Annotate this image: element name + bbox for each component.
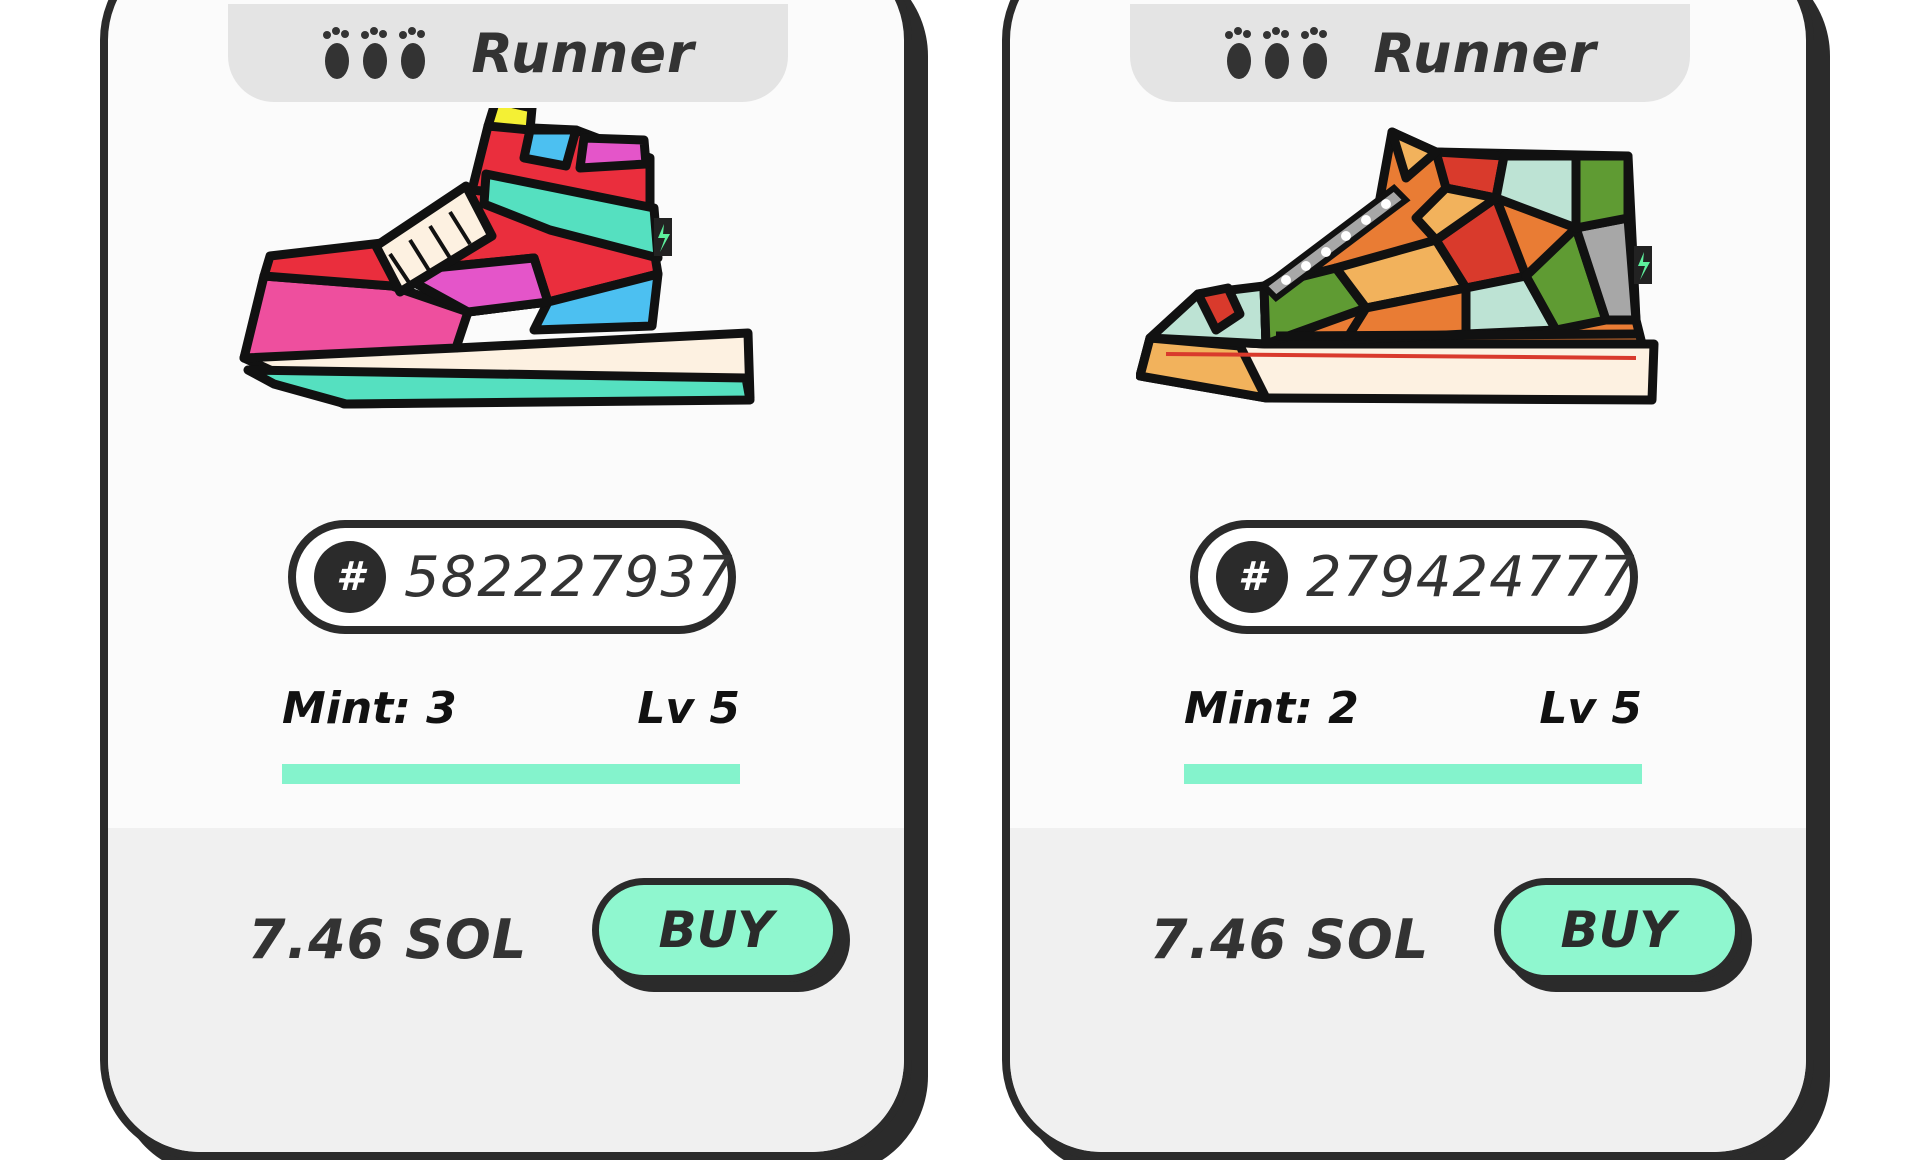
buy-button[interactable]: BUY bbox=[592, 878, 840, 982]
card-footer bbox=[1010, 828, 1806, 1152]
mint-count: Mint: 3 bbox=[282, 683, 457, 734]
level: Lv 5 bbox=[1539, 683, 1642, 734]
sneaker-geometric-illustration bbox=[1135, 127, 1659, 405]
token-id: 279424777 bbox=[1306, 544, 1636, 610]
level-progress-fill bbox=[1184, 764, 1642, 784]
price: 7.46 SOL bbox=[248, 908, 528, 971]
token-id: 582227937 bbox=[404, 544, 734, 610]
category-tab: Runner bbox=[1130, 4, 1690, 102]
sneaker-colorful-illustration bbox=[239, 95, 755, 409]
footprints-icon bbox=[321, 23, 429, 83]
level-progress-bar bbox=[1184, 764, 1642, 784]
token-id-pill: # 279424777 bbox=[1190, 520, 1638, 634]
level-progress-bar bbox=[282, 764, 740, 784]
sneaker-card[interactable]: Runner bbox=[100, 0, 912, 1160]
hash-icon: # bbox=[314, 541, 386, 613]
mint-count: Mint: 2 bbox=[1184, 683, 1359, 734]
category-label: Runner bbox=[1373, 21, 1597, 85]
card-footer bbox=[108, 828, 904, 1152]
category-tab: Runner bbox=[228, 4, 788, 102]
price: 7.46 SOL bbox=[1150, 908, 1430, 971]
hash-icon: # bbox=[1216, 541, 1288, 613]
category-label: Runner bbox=[471, 21, 695, 85]
token-id-pill: # 582227937 bbox=[288, 520, 736, 634]
stats-row: Mint: 2 Lv 5 bbox=[1184, 683, 1642, 734]
buy-button[interactable]: BUY bbox=[1494, 878, 1742, 982]
sneaker-card[interactable]: Runner bbox=[1002, 0, 1814, 1160]
sneaker-image[interactable] bbox=[1135, 108, 1686, 448]
stats-row: Mint: 3 Lv 5 bbox=[282, 683, 740, 734]
sneaker-image[interactable] bbox=[234, 95, 784, 448]
level-progress-fill bbox=[282, 764, 740, 784]
level: Lv 5 bbox=[637, 683, 740, 734]
footprints-icon bbox=[1223, 23, 1331, 83]
